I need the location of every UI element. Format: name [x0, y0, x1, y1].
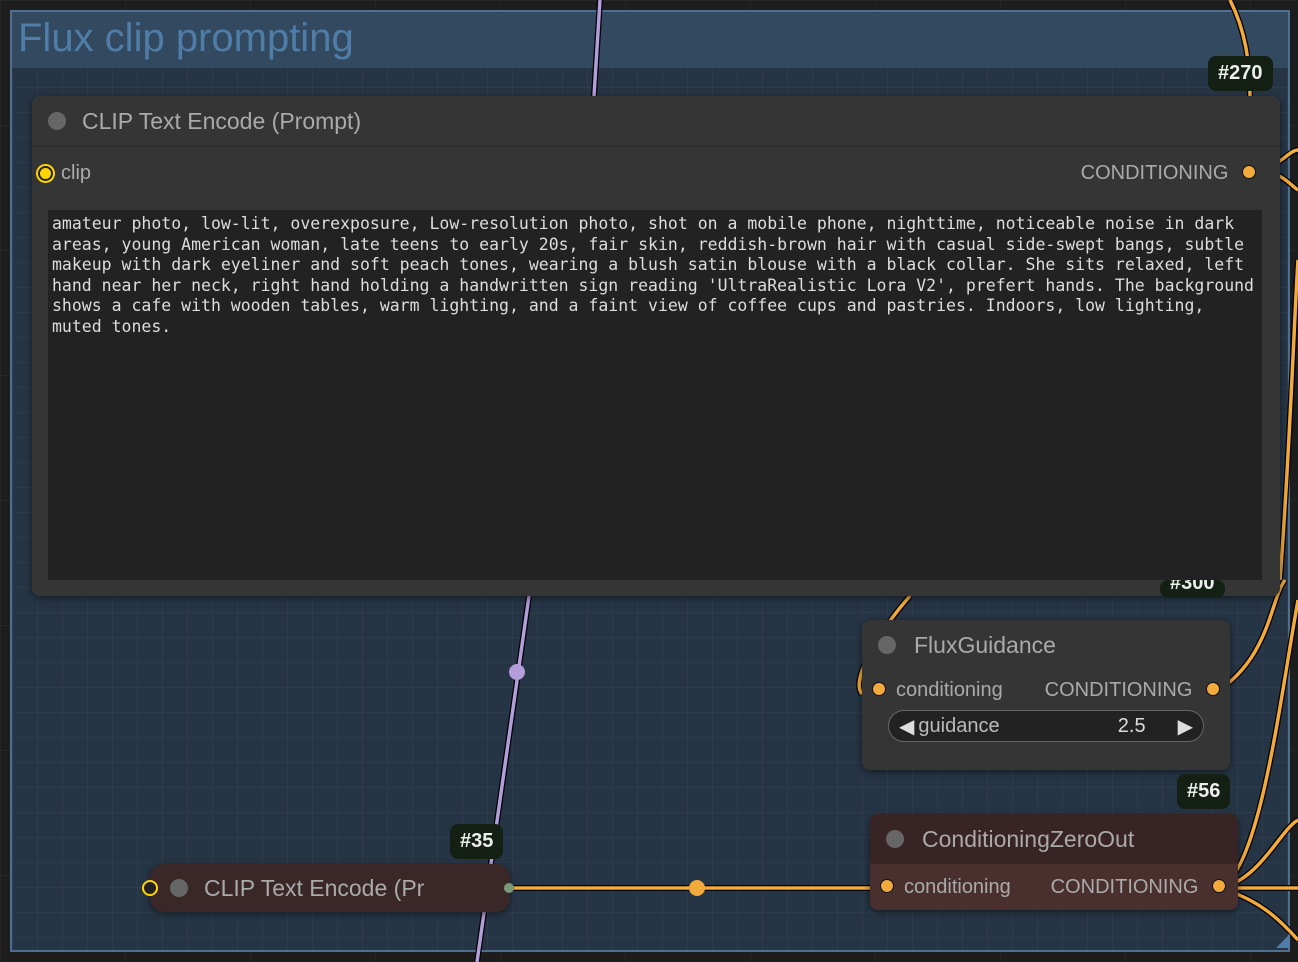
output-label: CONDITIONING	[1044, 678, 1193, 701]
input-slot-conditioning[interactable]: conditioning	[880, 876, 1011, 899]
guidance-widget[interactable]: ◀ guidance 2.5 ▶	[888, 710, 1204, 742]
collapse-dot-icon[interactable]	[886, 830, 904, 848]
node-title-bar[interactable]: CLIP Text Encode (Prompt)	[32, 96, 1280, 147]
input-slot-conditioning[interactable]: conditioning	[872, 679, 1003, 702]
collapse-dot-icon[interactable]	[878, 636, 896, 654]
clip-wire-midpoint	[509, 664, 525, 680]
input-slot-clip[interactable]: clip	[38, 162, 91, 185]
input-label: conditioning	[896, 678, 1003, 701]
node-title: FluxGuidance	[914, 631, 1056, 658]
output-label: CONDITIONING	[1080, 161, 1229, 184]
collapse-dot-icon[interactable]	[48, 112, 66, 130]
group-resize-handle[interactable]	[1276, 934, 1290, 948]
output-slot-conditioning[interactable]: CONDITIONING	[1081, 162, 1256, 185]
node-id-badge: #56	[1177, 774, 1231, 809]
input-slot-clip[interactable]	[142, 880, 158, 896]
widget-label: guidance	[918, 714, 1000, 737]
output-slot-conditioning[interactable]: CONDITIONING	[1051, 876, 1226, 899]
node-title: ConditioningZeroOut	[922, 825, 1135, 852]
clip-text-encode-node[interactable]: CLIP Text Encode (Prompt) clip CONDITION…	[32, 96, 1280, 596]
node-title: CLIP Text Encode (Prompt)	[82, 107, 362, 134]
clip-text-encode-collapsed-node[interactable]: CLIP Text Encode (Pr	[142, 864, 514, 912]
node-title-bar[interactable]: FluxGuidance	[862, 620, 1230, 670]
node-title: CLIP Text Encode (Pr	[204, 874, 425, 901]
decrement-arrow-icon[interactable]: ◀	[899, 714, 914, 739]
node-id-badge: #270	[1208, 56, 1273, 91]
output-label: CONDITIONING	[1050, 875, 1199, 898]
node-id-badge: #300	[1160, 580, 1225, 598]
conditioning-zero-out-node[interactable]: ConditioningZeroOut conditioning CONDITI…	[870, 814, 1238, 910]
input-label: conditioning	[904, 875, 1011, 898]
collapse-dot-icon[interactable]	[170, 879, 188, 897]
increment-arrow-icon[interactable]: ▶	[1178, 714, 1193, 739]
output-slot-conditioning[interactable]: CONDITIONING	[1045, 679, 1220, 702]
input-label: clip	[61, 161, 92, 184]
output-slot[interactable]	[504, 883, 514, 893]
conditioning-wire-midpoint	[689, 880, 705, 896]
prompt-textarea[interactable]: amateur photo, low-lit, overexposure, Lo…	[48, 210, 1262, 580]
widget-value[interactable]: 2.5	[1118, 715, 1146, 738]
flux-guidance-node[interactable]: FluxGuidance conditioning CONDITIONING ◀…	[862, 620, 1230, 770]
node-title-bar[interactable]: ConditioningZeroOut	[870, 814, 1238, 864]
node-id-badge: #35	[450, 824, 504, 859]
